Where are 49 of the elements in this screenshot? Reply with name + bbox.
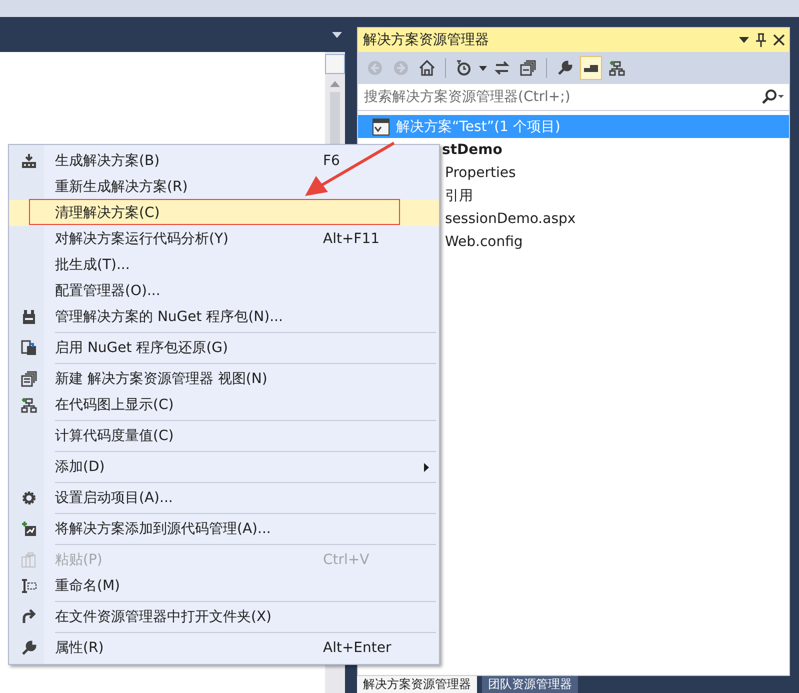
menu-item[interactable]: 新建 解决方案资源管理器 视图(N)	[9, 366, 439, 392]
panel-tab[interactable]: 团队资源管理器	[482, 676, 578, 693]
pin-icon[interactable]	[755, 33, 767, 47]
menu-item[interactable]: 对解决方案运行代码分析(Y) Alt+F11	[9, 226, 439, 252]
home-icon	[419, 60, 435, 76]
menu-item[interactable]: 在文件资源管理器中打开文件夹(X)	[9, 604, 439, 630]
search-icon[interactable]	[761, 89, 785, 105]
back-icon	[367, 60, 383, 76]
menu-item[interactable]: 批生成(T)...	[9, 252, 439, 278]
dropdown-icon[interactable]	[331, 30, 343, 38]
menu-item[interactable]: 在代码图上显示(C)	[9, 392, 439, 418]
menu-item[interactable]: 重命名(M)	[9, 573, 439, 599]
panel-title: 解决方案资源管理器	[363, 31, 490, 49]
clock-icon	[456, 60, 472, 76]
package-icon	[21, 309, 37, 325]
curved-arrow-icon	[21, 609, 37, 625]
dropdown-icon[interactable]	[739, 37, 749, 43]
wrench-icon	[557, 60, 573, 76]
menu-item[interactable]: 将解决方案添加到源代码管理(A)...	[9, 516, 439, 542]
menu-item[interactable]: 管理解决方案的 NuGet 程序包(N)...	[9, 304, 439, 330]
panel-tab[interactable]: 解决方案资源管理器	[357, 676, 477, 693]
code-map-icon	[21, 397, 37, 413]
menu-item[interactable]: 配置管理器(O)...	[9, 278, 439, 304]
solution-icon	[372, 118, 390, 136]
restore-icon	[21, 340, 37, 356]
clipboard-icon	[21, 552, 37, 568]
caret-icon[interactable]	[479, 66, 487, 70]
build-icon	[21, 153, 37, 169]
menu-item[interactable]: 设置启动项目(A)...	[9, 485, 439, 511]
wrench-icon	[21, 640, 37, 656]
rename-icon	[21, 578, 37, 594]
forward-icon	[393, 60, 409, 76]
menu-item[interactable]: 添加(D)	[9, 454, 439, 480]
close-icon[interactable]	[773, 34, 785, 46]
code-map-icon	[609, 60, 625, 76]
sync-icon	[494, 60, 510, 76]
gear-icon	[21, 490, 37, 506]
source-control-icon	[21, 521, 37, 537]
search-field[interactable]: 搜索解决方案资源管理器(Ctrl+;)	[362, 88, 761, 106]
submenu-arrow-icon	[424, 462, 428, 472]
toolbar-button[interactable]	[580, 56, 602, 80]
menu-item[interactable]: 重新生成解决方案(R)	[9, 174, 439, 200]
menu-item[interactable]: 属性(R) Alt+Enter	[9, 635, 439, 661]
menu-item[interactable]: 清理解决方案(C)	[9, 200, 439, 226]
collapse-icon	[520, 60, 536, 76]
windows-icon	[21, 371, 37, 387]
menu-item[interactable]: 生成解决方案(B) F6	[9, 148, 439, 174]
menu-item[interactable]: 启用 NuGet 程序包还原(G)	[9, 335, 439, 361]
menu-item[interactable]: 计算代码度量值(C)	[9, 423, 439, 449]
